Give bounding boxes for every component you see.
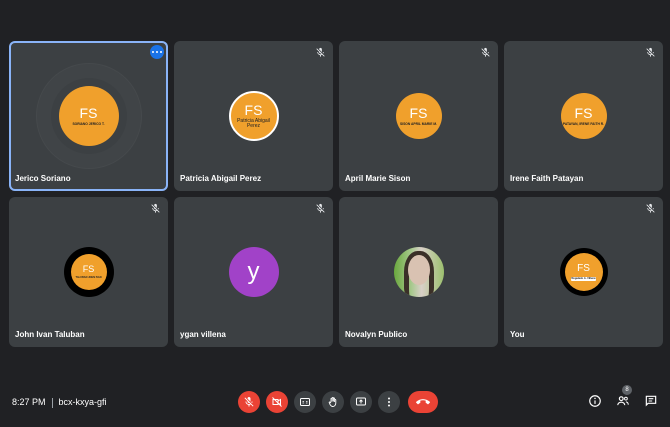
participant-name: John Ivan Taluban <box>15 330 85 339</box>
avatar: FS SISON APRIL MARIE M. <box>395 93 442 139</box>
participant-grid: FS SORIANO JERICO T. Jerico Soriano FS P… <box>9 41 667 349</box>
avatar-initials: FS <box>82 264 95 274</box>
camera-toggle-button[interactable] <box>266 391 288 413</box>
avatar-caption: Patricia Abigail Perez <box>237 118 270 129</box>
participant-name: Jerico Soriano <box>15 174 71 183</box>
more-options-icon[interactable] <box>150 45 164 59</box>
captions-button[interactable] <box>294 391 316 413</box>
meeting-time: 8:27 PM <box>12 397 46 407</box>
avatar-initials: FS <box>409 105 428 121</box>
participant-tile-irene-faith-patayan[interactable]: FS PATAYAN, IRENE FAITH R. Irene Faith P… <box>504 41 663 191</box>
bottom-toolbar: 8:27 PM bcx-kxya-gfi 8 <box>0 380 670 427</box>
participant-name: Patricia Abigail Perez <box>180 174 262 183</box>
avatar-initials: FS <box>574 105 593 121</box>
avatar-letter: y <box>228 247 279 297</box>
mic-off-icon <box>646 203 655 213</box>
mic-off-icon <box>151 203 160 213</box>
camera-off-icon <box>272 397 282 407</box>
avatar: FS Regalado A. Villena <box>559 248 608 296</box>
participant-tile-ygan-villena[interactable]: y ygan villena <box>174 197 333 347</box>
divider <box>51 397 53 408</box>
present-icon <box>356 397 366 406</box>
info-icon <box>589 395 601 407</box>
participant-tile-jerico-soriano[interactable]: FS SORIANO JERICO T. Jerico Soriano <box>9 41 168 191</box>
meeting-code[interactable]: bcx-kxya-gfi <box>59 397 107 407</box>
call-controls <box>238 391 438 413</box>
avatar: FS TALUBAN JOHN IVAN <box>63 247 114 297</box>
more-vert-icon <box>388 397 390 407</box>
avatar-caption: SISON APRIL MARIE M. <box>399 122 437 126</box>
profile-photo <box>393 247 444 297</box>
avatar-caption: PATAYAN, IRENE FAITH R. <box>562 122 605 126</box>
meeting-details-button[interactable] <box>588 394 602 408</box>
avatar: y <box>228 247 279 297</box>
participant-tile-you[interactable]: FS Regalado A. Villena You <box>504 197 663 347</box>
captions-icon <box>300 398 310 406</box>
avatar-caption: SORIANO JERICO T. <box>72 122 105 126</box>
participant-name: Novalyn Publico <box>345 330 408 339</box>
more-options-button[interactable] <box>378 391 400 413</box>
end-call-icon <box>416 399 430 405</box>
raise-hand-icon <box>328 396 337 407</box>
avatar <box>393 247 444 297</box>
mic-toggle-button[interactable] <box>238 391 260 413</box>
meeting-info: 8:27 PM bcx-kxya-gfi <box>12 397 107 408</box>
mic-off-icon <box>646 47 655 57</box>
people-button[interactable]: 8 <box>616 385 632 408</box>
participant-name: Irene Faith Patayan <box>510 174 584 183</box>
chat-icon <box>645 395 657 407</box>
mic-off-icon <box>316 47 325 57</box>
mic-off-icon <box>244 397 254 407</box>
chat-button[interactable] <box>644 394 658 408</box>
people-icon <box>617 396 629 406</box>
mic-off-icon <box>316 203 325 213</box>
participant-tile-april-marie-sison[interactable]: FS SISON APRIL MARIE M. April Marie Siso… <box>339 41 498 191</box>
participant-tile-john-ivan-taluban[interactable]: FS TALUBAN JOHN IVAN John Ivan Taluban <box>9 197 168 347</box>
avatar: FS PATAYAN, IRENE FAITH R. <box>560 93 607 139</box>
participant-name: ygan villena <box>180 330 226 339</box>
present-button[interactable] <box>350 391 372 413</box>
avatar: FS SORIANO JERICO T. <box>58 86 119 146</box>
raise-hand-button[interactable] <box>322 391 344 413</box>
avatar-caption: TALUBAN JOHN IVAN <box>75 276 102 279</box>
end-call-button[interactable] <box>408 391 438 413</box>
participant-tile-novalyn-publico[interactable]: Novalyn Publico <box>339 197 498 347</box>
avatar-initials: FS <box>244 102 263 118</box>
side-panel-controls: 8 <box>588 385 658 408</box>
participant-name: April Marie Sison <box>345 174 411 183</box>
avatar: FS Patricia Abigail Perez <box>228 91 279 141</box>
participant-tile-patricia-abigail-perez[interactable]: FS Patricia Abigail Perez Patricia Abiga… <box>174 41 333 191</box>
mic-off-icon <box>481 47 490 57</box>
avatar-initials: FS <box>79 105 98 121</box>
participant-name: You <box>510 330 525 339</box>
people-count-badge: 8 <box>622 385 632 395</box>
avatar-initials: FS <box>577 262 590 274</box>
avatar-caption: Regalado A. Villena <box>570 276 597 281</box>
